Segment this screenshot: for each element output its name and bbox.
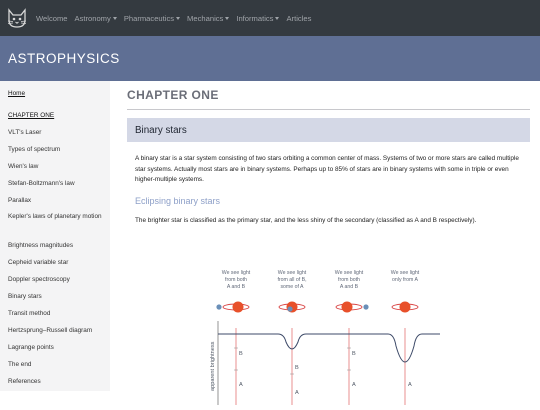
caption-3-line-3: A and B bbox=[340, 284, 359, 290]
page-banner: ASTROPHYSICS bbox=[0, 36, 540, 81]
section-header: Binary stars bbox=[127, 118, 530, 142]
svg-text:only from A: only from A bbox=[392, 277, 418, 283]
sidebar-item-vlts-laser[interactable]: VLT's Laser bbox=[8, 129, 41, 136]
nav-mechanics-dropdown[interactable]: Mechanics bbox=[187, 13, 230, 23]
sidebar-item-chapter-one[interactable]: CHAPTER ONE bbox=[8, 112, 54, 119]
caption-4-line-2: only from A bbox=[392, 277, 418, 283]
svg-text:We see light: We see light bbox=[278, 270, 307, 276]
svg-text:A and B: A and B bbox=[340, 284, 359, 290]
chapter-title: CHAPTER ONE bbox=[127, 88, 219, 102]
sidebar-item-hr-diagram[interactable]: Hertzsprung–Russell diagram bbox=[8, 327, 92, 334]
caption-1-line-3: A and B bbox=[227, 284, 246, 290]
caption-2-line-1: We see light bbox=[278, 270, 307, 276]
sidebar-item-transit-method[interactable]: Transit method bbox=[8, 310, 50, 317]
sidebar-item-references[interactable]: References bbox=[8, 378, 41, 385]
nav-welcome[interactable]: Welcome bbox=[36, 14, 68, 23]
marker-b-3: B bbox=[352, 351, 356, 357]
light-curve bbox=[218, 333, 440, 363]
sidebar-item-brightness-magnitudes[interactable]: Brightness magnitudes bbox=[8, 242, 73, 249]
binary-system-4 bbox=[391, 301, 419, 313]
caption-2-line-3: some of A bbox=[280, 284, 304, 290]
caret-down-icon bbox=[112, 16, 117, 20]
nav-informatics-label: Informatics bbox=[236, 13, 274, 23]
sidebar-item-home[interactable]: Home bbox=[8, 90, 25, 97]
top-navbar: Welcome Astronomy Pharmaceutics Mechanic… bbox=[0, 0, 540, 36]
svg-text:from all of B,: from all of B, bbox=[277, 277, 306, 283]
caption-1-line-2: from both bbox=[225, 277, 247, 283]
nav-welcome-label: Welcome bbox=[36, 13, 68, 23]
sidebar-item-wiens-law[interactable]: Wien's law bbox=[8, 163, 38, 170]
marker-a-2: A bbox=[295, 390, 299, 396]
caption-1-line-1: We see light bbox=[222, 270, 251, 276]
section-title: Binary stars bbox=[135, 124, 187, 136]
sidebar-item-keplers-laws[interactable]: Kepler's laws of planetary motion bbox=[8, 212, 104, 222]
sidebar-item-types-of-spectrum[interactable]: Types of spectrum bbox=[8, 146, 60, 153]
chapter-divider bbox=[127, 109, 530, 110]
binary-system-1 bbox=[216, 301, 250, 313]
binary-system-3 bbox=[335, 301, 369, 313]
caret-down-icon bbox=[176, 16, 181, 20]
marker-b-2: B bbox=[295, 365, 299, 371]
marker-a-4: A bbox=[408, 382, 412, 388]
caption-3-line-2: from both bbox=[338, 277, 360, 283]
nav-astronomy-dropdown[interactable]: Astronomy bbox=[75, 14, 117, 23]
marker-a-1: A bbox=[239, 382, 243, 388]
sidebar-item-the-end[interactable]: The end bbox=[8, 361, 31, 368]
svg-text:some of A: some of A bbox=[280, 284, 304, 290]
cat-logo-icon[interactable] bbox=[6, 7, 28, 29]
sidebar-item-doppler[interactable]: Doppler spectroscopy bbox=[8, 276, 70, 283]
sidebar: Home CHAPTER ONE VLT's Laser Types of sp… bbox=[0, 81, 110, 391]
nav-astronomy-label: Astronomy bbox=[74, 13, 111, 23]
subheading-eclipsing: Eclipsing binary stars bbox=[135, 196, 221, 206]
svg-text:We see light: We see light bbox=[335, 270, 364, 276]
sidebar-item-parallax[interactable]: Parallax bbox=[8, 197, 31, 204]
y-axis-label: apparent brightness bbox=[210, 341, 216, 391]
eclipsing-binary-diagram: We see light from both A and B We see li… bbox=[210, 266, 440, 405]
sidebar-item-stefan-boltzmann[interactable]: Stefan-Boltzmann's law bbox=[8, 180, 75, 187]
nav-pharmaceutics-label: Pharmaceutics bbox=[123, 13, 175, 23]
sidebar-item-cepheid[interactable]: Cepheid variable star bbox=[8, 259, 68, 266]
caption-2-line-2: from all of B, bbox=[277, 277, 306, 283]
nav-articles[interactable]: Articles bbox=[286, 14, 311, 23]
svg-text:A and B: A and B bbox=[227, 284, 246, 290]
eclipsing-binary-svg: We see light from both A and B We see li… bbox=[210, 270, 440, 405]
intro-paragraph: A binary star is a star system consistin… bbox=[135, 155, 519, 183]
caption-3-line-1: We see light bbox=[335, 270, 364, 276]
banner-title: ASTROPHYSICS bbox=[8, 51, 120, 66]
sidebar-item-binary-stars[interactable]: Binary stars bbox=[8, 293, 42, 300]
nav-articles-label: Articles bbox=[286, 13, 312, 23]
caret-down-icon bbox=[275, 16, 280, 20]
svg-text:from both: from both bbox=[225, 277, 247, 283]
primary-secondary-paragraph: The brighter star is classified as the p… bbox=[135, 217, 477, 224]
marker-b-1: B bbox=[239, 351, 243, 357]
svg-text:We see light: We see light bbox=[222, 270, 251, 276]
binary-system-2 bbox=[278, 301, 306, 313]
marker-a-3: A bbox=[352, 382, 356, 388]
nav-informatics-dropdown[interactable]: Informatics bbox=[236, 13, 280, 23]
caret-down-icon bbox=[225, 16, 230, 20]
nav-mechanics-label: Mechanics bbox=[187, 13, 224, 23]
nav-pharmaceutics-dropdown[interactable]: Pharmaceutics bbox=[123, 13, 181, 23]
svg-text:from both: from both bbox=[338, 277, 360, 283]
sidebar-item-lagrange-points[interactable]: Lagrange points bbox=[8, 344, 54, 351]
caption-4-line-1: We see light bbox=[391, 270, 420, 276]
svg-text:We see light: We see light bbox=[391, 270, 420, 276]
